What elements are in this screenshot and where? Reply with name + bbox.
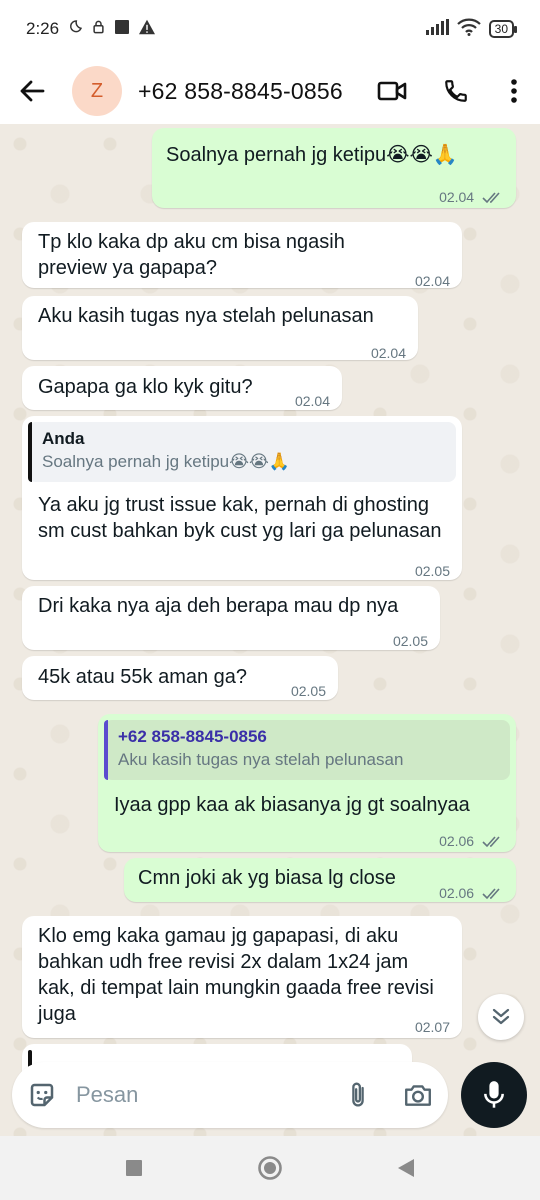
message-incoming[interactable]: 45k atau 55k aman ga? 02.05: [22, 656, 338, 700]
message-incoming[interactable]: Dri kaka nya aja deh berapa mau dp nya 0…: [22, 586, 440, 650]
chat-area[interactable]: Soalnya pernah jg ketipu😭😭🙏 02.04 Tp klo…: [0, 124, 540, 1136]
message-text: 45k atau 55k aman ga?: [38, 666, 248, 688]
quoted-message[interactable]: Anda Soalnya pernah jg ketipu😭😭🙏: [28, 422, 456, 482]
message-outgoing[interactable]: Soalnya pernah jg ketipu😭😭🙏 02.04: [152, 128, 516, 208]
voice-call-button[interactable]: [424, 58, 488, 124]
message-text: Soalnya pernah jg ketipu😭😭🙏: [166, 144, 458, 166]
contact-name[interactable]: +62 858-8845-0856: [138, 78, 343, 105]
message-incoming-reply[interactable]: Anda Soalnya pernah jg ketipu😭😭🙏 Ya aku …: [22, 416, 462, 580]
avatar[interactable]: Z: [72, 66, 122, 116]
more-vertical-icon: [511, 79, 517, 103]
chat-header: Z +62 858-8845-0856: [0, 58, 540, 124]
phone-icon: [445, 80, 467, 102]
message-text: Gapapa ga klo kyk gitu?: [38, 376, 253, 398]
message-time: 02.05: [414, 563, 450, 579]
sticker-icon: [30, 1083, 54, 1107]
attach-button[interactable]: [328, 1062, 388, 1128]
message-time: 02.04: [414, 273, 450, 289]
camera-icon: [405, 1085, 431, 1106]
message-input[interactable]: Pesan: [76, 1082, 328, 1108]
microphone-icon: [484, 1081, 504, 1108]
message-incoming[interactable]: Klo emg kaka gamau jg gapapasi, di aku b…: [22, 916, 462, 1038]
wifi-icon: [456, 18, 481, 41]
voice-record-button[interactable]: [461, 1062, 527, 1128]
system-nav-bar: [0, 1136, 540, 1200]
message-time: 02.06: [439, 828, 504, 854]
message-time: 02.04: [439, 184, 504, 210]
message-text: Aku kasih tugas nya stelah pelunasan: [38, 305, 374, 327]
sticker-button[interactable]: [12, 1062, 72, 1128]
message-incoming[interactable]: Gapapa ga klo kyk gitu? 02.04: [22, 366, 342, 410]
battery-icon: 30: [488, 20, 518, 38]
message-time: 02.04: [370, 345, 406, 361]
status-bar: 2:26 30: [0, 0, 540, 58]
lock-icon: [91, 19, 106, 40]
double-check-icon: [482, 192, 500, 204]
home-button[interactable]: [250, 1148, 290, 1188]
message-text: Tp klo kaka dp aku cm bisa ngasih previe…: [38, 231, 345, 279]
back-nav-button[interactable]: [386, 1148, 426, 1188]
message-text: Cmn joki ak yg biasa lg close: [138, 867, 396, 889]
double-chevron-down-icon: [492, 1008, 510, 1025]
message-text: Ya aku jg trust issue kak, pernah di gho…: [38, 494, 442, 542]
message-outgoing-reply[interactable]: +62 858-8845-0856 Aku kasih tugas nya st…: [98, 714, 516, 852]
quoted-text: Aku kasih tugas nya stelah pelunasan: [118, 750, 404, 769]
message-time: 02.05: [290, 683, 326, 699]
double-check-icon: [482, 888, 500, 900]
quoted-text: Soalnya pernah jg ketipu😭😭🙏: [42, 452, 291, 471]
message-time: 02.06: [439, 880, 504, 906]
message-outgoing[interactable]: Cmn joki ak yg biasa lg close 02.06: [124, 858, 516, 902]
arrow-left-icon: [20, 80, 45, 102]
quoted-author: +62 858-8845-0856: [118, 727, 267, 746]
message-time: 02.05: [392, 633, 428, 649]
quoted-message[interactable]: +62 858-8845-0856 Aku kasih tugas nya st…: [104, 720, 510, 780]
video-camera-icon: [377, 81, 407, 101]
message-text: Dri kaka nya aja deh berapa mau dp nya: [38, 595, 399, 617]
message-text: Iyaa gpp kaa ak biasanya jg gt soalnyaa: [114, 794, 470, 816]
moon-icon: [67, 19, 83, 40]
square-icon: [126, 1160, 142, 1176]
back-button[interactable]: [0, 58, 64, 124]
status-time: 2:26: [26, 19, 60, 38]
message-time: 02.04: [294, 393, 330, 409]
signal-icon: [425, 18, 449, 40]
message-text: Klo emg kaka gamau jg gapapasi, di aku b…: [38, 925, 434, 1025]
video-call-button[interactable]: [360, 58, 424, 124]
paperclip-icon: [352, 1082, 364, 1107]
warning-icon: [138, 19, 156, 40]
circle-icon: [258, 1156, 282, 1180]
scroll-to-bottom-button[interactable]: [478, 994, 524, 1040]
camera-button[interactable]: [388, 1062, 448, 1128]
more-options-button[interactable]: [488, 58, 540, 124]
message-time: 02.07: [414, 1019, 450, 1035]
triangle-left-icon: [398, 1159, 414, 1177]
message-incoming[interactable]: Tp klo kaka dp aku cm bisa ngasih previe…: [22, 222, 462, 289]
quoted-author: Anda: [42, 429, 85, 448]
notification-square-icon: [114, 19, 130, 40]
message-incoming[interactable]: Aku kasih tugas nya stelah pelunasan 02.…: [22, 296, 418, 361]
double-check-icon: [482, 836, 500, 848]
recents-button[interactable]: [114, 1148, 154, 1188]
message-composer: Pesan: [12, 1062, 448, 1128]
